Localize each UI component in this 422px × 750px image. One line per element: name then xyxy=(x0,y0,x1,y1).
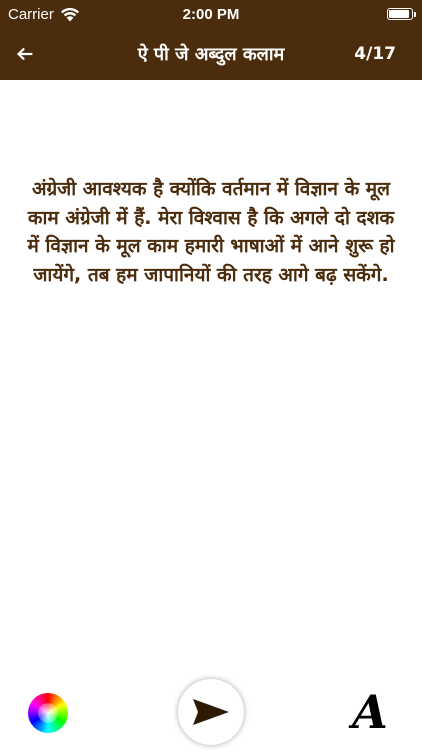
battery-level xyxy=(389,10,409,18)
font-size-button[interactable]: A xyxy=(346,688,394,736)
page-counter: 4/17 xyxy=(354,44,396,64)
quote-text: अंग्रेजी आवश्यक है क्योंकि वर्तमान में व… xyxy=(27,178,395,286)
status-time: 2:00 PM xyxy=(182,6,240,23)
back-button[interactable] xyxy=(10,39,40,69)
nav-bar: ऐ पी जे अब्दुल कलाम 4/17 xyxy=(0,30,422,80)
screen: Carrier 2:00 PM ऐ पी जे अब्दुल कलाम 4/17… xyxy=(0,0,422,750)
share-button[interactable] xyxy=(178,679,244,745)
page-title: ऐ पी जे अब्दुल कलाम xyxy=(137,44,285,65)
send-icon xyxy=(193,699,229,725)
color-wheel-icon[interactable] xyxy=(28,693,68,733)
battery-icon xyxy=(387,8,416,20)
arrow-left-icon xyxy=(17,48,33,60)
header: Carrier 2:00 PM ऐ पी जे अब्दुल कलाम 4/17 xyxy=(0,0,422,80)
status-bar: Carrier 2:00 PM xyxy=(0,0,422,30)
